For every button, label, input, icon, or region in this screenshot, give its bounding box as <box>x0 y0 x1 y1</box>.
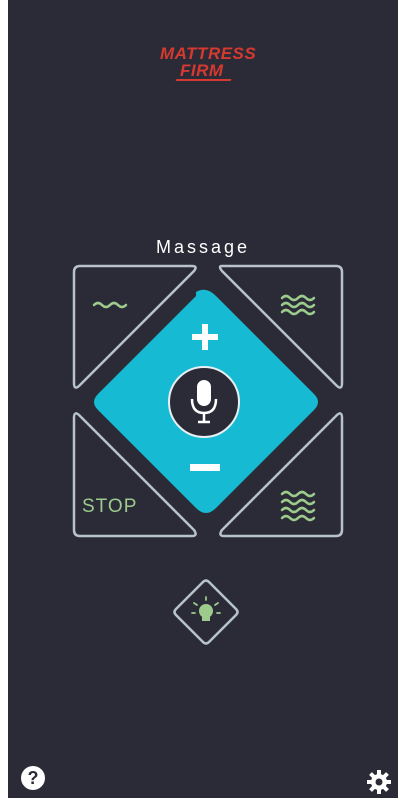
voice-button[interactable] <box>168 366 240 438</box>
app-screen: MATTRESS FIRM Massage STOP ? <box>8 0 398 798</box>
wave-high-icon <box>280 490 316 522</box>
wave-medium-icon <box>280 294 316 316</box>
help-button[interactable]: ? <box>21 766 45 790</box>
minus-icon[interactable] <box>190 464 220 471</box>
gear-icon[interactable] <box>366 769 392 795</box>
stop-label: STOP <box>82 496 138 517</box>
wave-low-icon <box>92 301 128 309</box>
microphone-icon <box>190 380 218 424</box>
light-button[interactable] <box>173 579 239 645</box>
